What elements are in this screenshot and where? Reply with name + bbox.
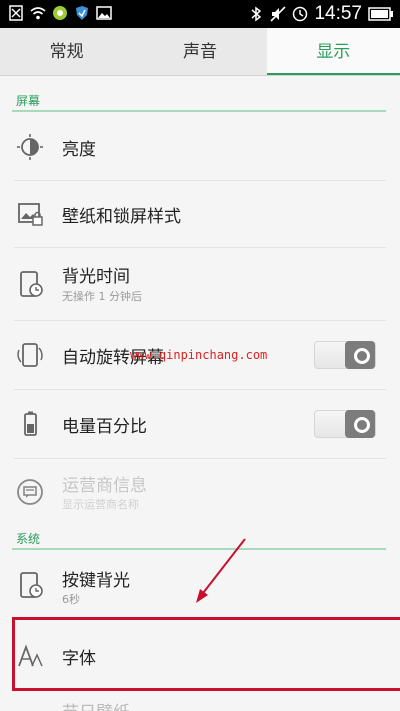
section-header-screen: 屏幕 bbox=[16, 94, 41, 108]
wallpaper-icon bbox=[18, 203, 43, 226]
bluetooth-icon bbox=[251, 6, 262, 22]
section-divider bbox=[12, 110, 386, 112]
wifi-icon bbox=[30, 7, 46, 20]
annotation-arrow bbox=[196, 538, 246, 603]
mute-icon bbox=[270, 6, 287, 22]
toggle-knob bbox=[345, 410, 375, 438]
battery-icon bbox=[368, 7, 393, 21]
section-header-system: 系统 bbox=[16, 532, 41, 546]
setting-carrier-info: 运营商信息 显示运营商名称 bbox=[0, 459, 400, 525]
setting-battery-percentage[interactable]: 电量百分比 bbox=[0, 390, 400, 458]
settings-tabs: 常规 声音 显示 bbox=[0, 28, 400, 76]
setting-title: 壁纸和锁屏样式 bbox=[62, 207, 181, 227]
setting-partial-next[interactable]: 节日壁纸 bbox=[0, 694, 400, 711]
alarm-icon bbox=[293, 6, 308, 22]
carrier-message-icon bbox=[17, 479, 43, 505]
rotate-screen-icon bbox=[17, 343, 43, 367]
setting-title: 亮度 bbox=[62, 140, 96, 160]
setting-subtitle: 6秒 bbox=[62, 593, 80, 606]
app-notification-icon bbox=[53, 6, 67, 20]
phone-timer-icon bbox=[20, 572, 43, 598]
battery-level-icon bbox=[24, 411, 37, 436]
setting-backlight-time[interactable]: 背光时间 无操作 1 分钟后 bbox=[0, 248, 400, 320]
clock-time: 14:57 bbox=[314, 3, 362, 24]
brightness-icon bbox=[17, 134, 43, 160]
setting-title: 按键背光 bbox=[62, 571, 130, 591]
highlight-frame bbox=[12, 617, 400, 691]
toggle-knob bbox=[345, 341, 375, 369]
setting-subtitle: 显示运营商名称 bbox=[62, 498, 139, 511]
battery-percentage-toggle[interactable] bbox=[314, 410, 376, 438]
setting-title: 节日壁纸 bbox=[62, 698, 130, 711]
tab-sound[interactable]: 声音 bbox=[133, 28, 266, 75]
setting-subtitle: 无操作 1 分钟后 bbox=[62, 290, 142, 303]
image-icon bbox=[96, 6, 112, 20]
setting-title: 背光时间 bbox=[62, 267, 130, 287]
setting-brightness[interactable]: 亮度 bbox=[0, 114, 400, 180]
tab-display[interactable]: 显示 bbox=[266, 28, 400, 75]
tab-general[interactable]: 常规 bbox=[0, 28, 133, 75]
auto-rotate-toggle[interactable] bbox=[314, 341, 376, 369]
setting-title: 电量百分比 bbox=[62, 417, 147, 437]
watermark-text: www.qinpinchang.com bbox=[130, 348, 268, 362]
setting-wallpaper[interactable]: 壁纸和锁屏样式 bbox=[0, 181, 400, 247]
phone-timer-icon bbox=[20, 271, 43, 297]
sim-off-icon bbox=[9, 5, 23, 21]
setting-title: 运营商信息 bbox=[62, 476, 147, 496]
status-bar: 14:57 bbox=[0, 0, 400, 28]
shield-app-icon bbox=[76, 6, 88, 20]
settings-list: 屏幕 亮度 壁纸和锁屏样式 背光时间 无操作 1 分钟后 自动旋转屏幕 电量百分… bbox=[0, 76, 400, 711]
